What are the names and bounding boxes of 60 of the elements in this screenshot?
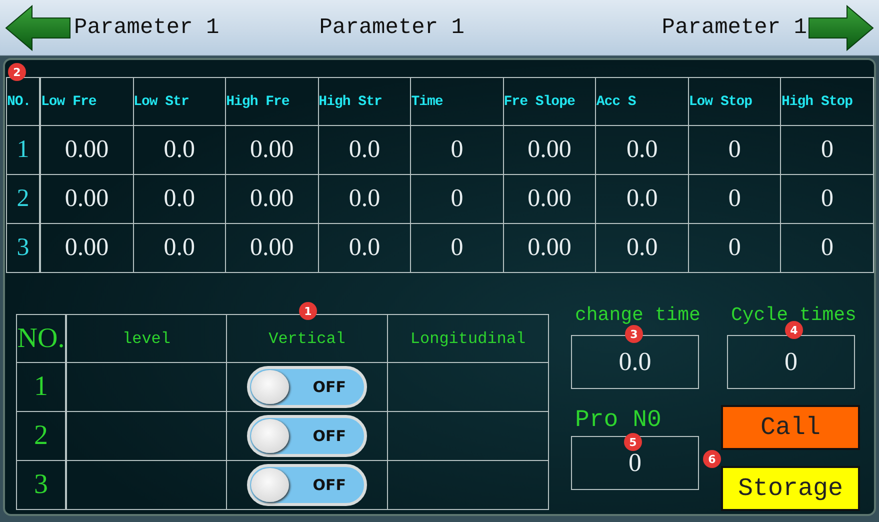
- column-header: Time: [411, 94, 443, 110]
- row-number: 2: [34, 420, 48, 452]
- table-cell: 0: [450, 234, 464, 262]
- table-cell: 0: [820, 136, 834, 164]
- table-cell: 0.00: [528, 185, 572, 213]
- row-number: 2: [16, 185, 30, 213]
- table-cell: 0.0: [164, 234, 195, 262]
- left-arrow-icon[interactable]: [4, 4, 72, 52]
- column-header: Acc S: [596, 94, 636, 110]
- row-number: 3: [34, 469, 48, 501]
- table-cell: 0.0: [348, 185, 380, 213]
- table-cell: 0.0: [164, 185, 195, 213]
- field-label: change time: [575, 304, 699, 326]
- column-header: Low Str: [134, 94, 189, 110]
- column-header: Low Stop: [688, 94, 752, 110]
- page-title: Parameter 1: [319, 15, 464, 40]
- previous-page-title: Parameter 1: [74, 15, 220, 40]
- column-header: Vertical: [268, 330, 346, 348]
- column-header: level: [122, 330, 170, 348]
- table-cell: 0.0: [348, 234, 380, 262]
- table-cell: 0.0: [164, 136, 195, 164]
- table-cell: 0.00: [64, 234, 109, 262]
- table-cell: 0: [728, 185, 741, 213]
- table-cell: 0.00: [250, 136, 294, 164]
- next-page-title: Parameter 1: [662, 15, 807, 40]
- right-arrow-icon[interactable]: [807, 4, 875, 52]
- storage-button[interactable]: Storage: [721, 466, 860, 511]
- table-cell: 0.0: [348, 136, 380, 164]
- toggle-switch[interactable]: OFF: [247, 366, 367, 408]
- table-cell: 0.0: [626, 234, 658, 262]
- column-header: High Str: [318, 94, 382, 110]
- table-cell: 0.00: [64, 185, 109, 213]
- table-cell: 0.00: [528, 136, 572, 164]
- row-number: 1: [34, 371, 48, 403]
- toggle-switch[interactable]: OFF: [247, 415, 367, 457]
- row-number: 3: [16, 234, 30, 262]
- table-cell: 0: [820, 185, 834, 213]
- input-field[interactable]: 0: [727, 335, 855, 389]
- table-cell: 0: [450, 136, 464, 164]
- table-cell: 0.00: [528, 234, 572, 262]
- column-header: Low Fre: [41, 94, 96, 110]
- table-cell: 0.00: [64, 136, 109, 164]
- table-cell: 0.0: [626, 185, 658, 213]
- column-header: Fre Slope: [504, 94, 575, 110]
- table-cell: 0: [728, 136, 741, 164]
- table-cell: 0: [728, 234, 741, 262]
- column-header: NO.: [17, 322, 65, 354]
- column-header: High Stop: [781, 94, 853, 110]
- toggle-switch[interactable]: OFF: [247, 464, 367, 506]
- call-button[interactable]: Call: [721, 405, 860, 450]
- row-number: 1: [16, 136, 30, 164]
- column-header: NO.: [7, 94, 31, 110]
- column-header: Longitudinal: [410, 330, 526, 348]
- table-cell: 0: [820, 234, 834, 262]
- field-label: Pro N0: [575, 407, 662, 434]
- table-cell: 0.00: [250, 234, 294, 262]
- table-cell: 0.00: [250, 185, 294, 213]
- table-cell: 0.0: [626, 136, 658, 164]
- column-header: High Fre: [226, 94, 290, 110]
- table-cell: 0: [450, 185, 464, 213]
